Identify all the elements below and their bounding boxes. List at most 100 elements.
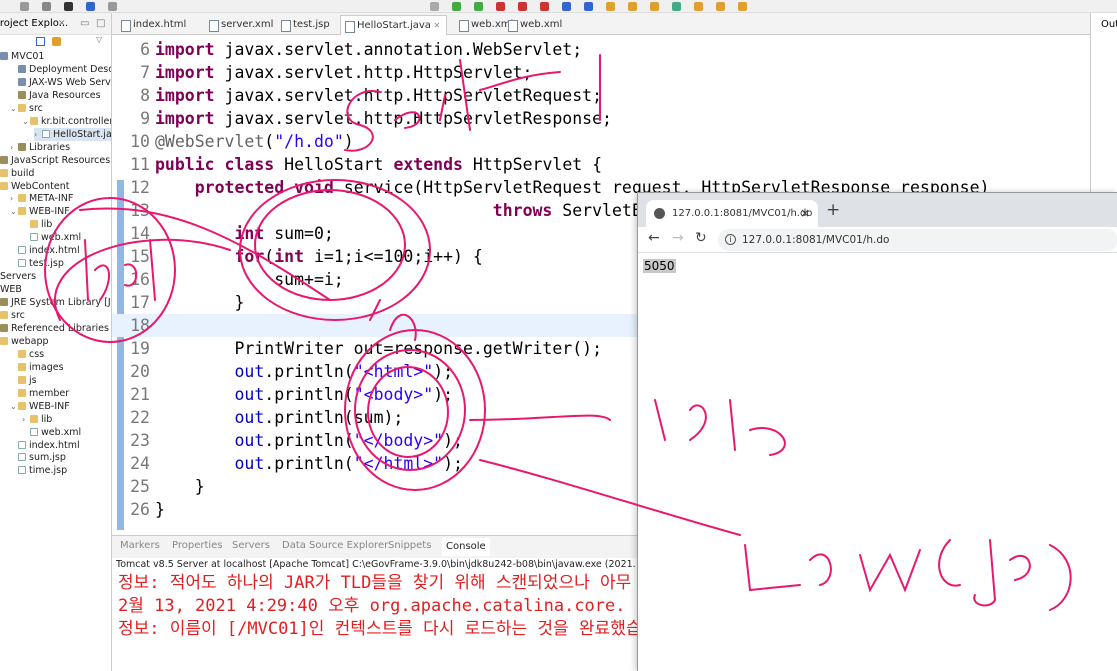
- tab-servers[interactable]: Servers: [232, 540, 270, 551]
- tab-console[interactable]: Console: [442, 538, 490, 556]
- toolbar-button[interactable]: [584, 2, 593, 11]
- browser-tab[interactable]: 127.0.0.1:8081/MVC01/h.do ×: [646, 200, 818, 227]
- toolbar-button[interactable]: [672, 2, 681, 11]
- tree-item[interactable]: › lib: [22, 413, 52, 426]
- tree-item[interactable]: member: [18, 387, 69, 400]
- tree-item[interactable]: test.jsp: [18, 257, 64, 270]
- toolbar-button[interactable]: [628, 2, 637, 11]
- close-tab-icon[interactable]: ×: [800, 200, 810, 227]
- tree-item[interactable]: JAX-WS Web Services: [18, 76, 111, 89]
- tree-item[interactable]: › HelloStart.java: [34, 127, 111, 141]
- tree-item[interactable]: ⌄ src: [10, 102, 43, 115]
- tree-item[interactable]: lib: [30, 218, 52, 231]
- tree-item[interactable]: ⌄ WEB-INF: [10, 400, 70, 413]
- chevron-down-icon[interactable]: ⌄: [10, 205, 18, 218]
- reload-button[interactable]: ↻: [695, 230, 707, 246]
- code-token: sum=0;: [264, 224, 334, 243]
- code-token: .println(: [264, 385, 354, 404]
- toolbar-button[interactable]: [452, 2, 461, 11]
- minimize-icon[interactable]: ▭: [80, 13, 89, 35]
- tree-item-label: Libraries: [29, 141, 71, 153]
- toolbar-button[interactable]: [650, 2, 659, 11]
- address-bar[interactable]: i 127.0.0.1:8081/MVC01/h.do: [718, 229, 1117, 251]
- code-token: }: [155, 293, 245, 312]
- tree-item[interactable]: time.jsp: [18, 464, 67, 477]
- tree-item[interactable]: images: [18, 361, 64, 374]
- tree-item[interactable]: webapp: [0, 335, 49, 348]
- toolbar-button[interactable]: [716, 2, 725, 11]
- toolbar-button[interactable]: [694, 2, 703, 11]
- tree-item[interactable]: build: [0, 167, 34, 180]
- toolbar-button[interactable]: [108, 2, 117, 11]
- tree-item[interactable]: MVC01: [0, 50, 44, 63]
- toolbar-button[interactable]: [606, 2, 615, 11]
- tree-item[interactable]: Referenced Libraries: [0, 322, 109, 335]
- tree-item[interactable]: JRE System Library [Java: [0, 296, 111, 309]
- tree-item[interactable]: Java Resources: [18, 89, 101, 102]
- toolbar-button[interactable]: [496, 2, 505, 11]
- tree-item[interactable]: sum.jsp: [18, 451, 66, 464]
- editor-tab[interactable]: test.jsp: [277, 15, 330, 35]
- chevron-right-icon[interactable]: ›: [10, 192, 18, 205]
- line-number: 6: [140, 40, 150, 59]
- toolbar-button[interactable]: [20, 2, 29, 11]
- outline-title[interactable]: Outl: [1101, 19, 1117, 30]
- back-button[interactable]: ←: [648, 230, 660, 246]
- tab-snippets[interactable]: Snippets: [388, 540, 431, 551]
- forward-button[interactable]: →: [672, 230, 684, 246]
- chevron-right-icon[interactable]: ›: [10, 141, 18, 154]
- chevron-right-icon[interactable]: ›: [22, 413, 30, 426]
- tree-item[interactable]: › META-INF: [10, 192, 73, 205]
- tree-item[interactable]: ⌄ WEB-INF: [10, 205, 70, 218]
- new-tab-button[interactable]: +: [826, 200, 840, 220]
- tree-item[interactable]: src: [0, 309, 25, 322]
- toolbar-button[interactable]: [738, 2, 747, 11]
- line-number: 11: [130, 155, 150, 174]
- chevron-down-icon[interactable]: ⌄: [10, 400, 18, 413]
- tree-item[interactable]: WebContent: [0, 180, 70, 193]
- code-token: throws: [492, 201, 553, 220]
- tree-item-label: WEB-INF: [29, 206, 70, 218]
- tree-item[interactable]: ⌄ kr.bit.controller: [22, 115, 111, 128]
- editor-tab[interactable]: index.html: [117, 15, 186, 35]
- tree-item[interactable]: index.html: [18, 439, 80, 452]
- tree-item[interactable]: JavaScript Resources: [0, 154, 110, 167]
- tree-item[interactable]: Deployment Descriptor:: [18, 63, 111, 76]
- toolbar-button[interactable]: [64, 2, 73, 11]
- tree-item[interactable]: ⌄WEB: [0, 283, 22, 296]
- tree-item[interactable]: css: [18, 348, 44, 361]
- toolbar-button[interactable]: [86, 2, 95, 11]
- info-icon[interactable]: i: [725, 234, 736, 245]
- collapse-all-icon[interactable]: [36, 37, 45, 46]
- close-tab-icon[interactable]: ✕: [431, 21, 440, 30]
- file-icon: [18, 453, 26, 462]
- toolbar-button[interactable]: [42, 2, 51, 11]
- view-menu-icon[interactable]: ▽: [96, 35, 102, 44]
- editor-tab[interactable]: HelloStart.java ✕: [340, 15, 448, 35]
- toolbar-button[interactable]: [430, 2, 439, 11]
- tab-markers[interactable]: Markers: [120, 540, 160, 551]
- toolbar-button[interactable]: [562, 2, 571, 11]
- tree-item[interactable]: js: [18, 374, 37, 387]
- link-editor-icon[interactable]: [52, 37, 61, 46]
- close-icon[interactable]: ✕: [58, 13, 66, 35]
- line-number: 17: [130, 293, 150, 312]
- tree-item-label: Servers: [0, 271, 37, 283]
- tree-item-label: JavaScript Resources: [11, 154, 111, 166]
- tab-data-source-explorer[interactable]: Data Source Explorer: [282, 540, 388, 551]
- tree-item[interactable]: web.xml: [30, 231, 81, 244]
- tree-item[interactable]: index.html: [18, 244, 80, 257]
- toolbar-button[interactable]: [474, 2, 483, 11]
- toolbar-button[interactable]: [540, 2, 549, 11]
- chevron-down-icon[interactable]: ⌄: [22, 115, 30, 128]
- tree-item[interactable]: web.xml: [30, 426, 81, 439]
- chevron-down-icon[interactable]: ⌄: [10, 102, 18, 115]
- tree-item[interactable]: ›Servers: [0, 270, 36, 283]
- editor-tab[interactable]: web.xml: [504, 15, 562, 35]
- toolbar-button[interactable]: [518, 2, 527, 11]
- maximize-icon[interactable]: □: [96, 13, 105, 35]
- tree-item[interactable]: › Libraries: [10, 141, 70, 154]
- editor-tab[interactable]: server.xml: [205, 15, 273, 35]
- chevron-right-icon[interactable]: ›: [34, 128, 42, 141]
- tab-properties[interactable]: Properties: [172, 540, 223, 551]
